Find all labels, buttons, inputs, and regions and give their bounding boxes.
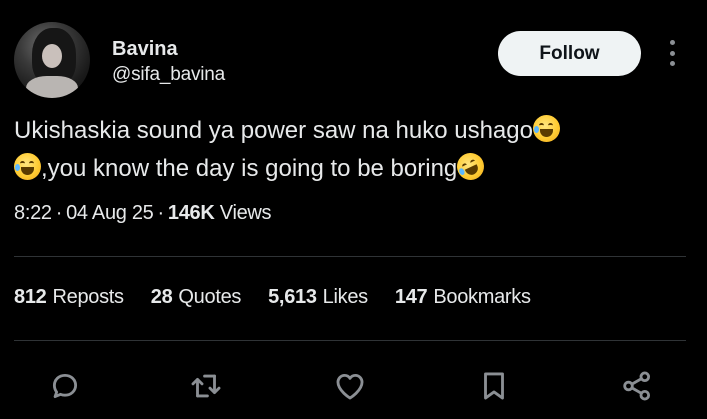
reply-icon[interactable]: [45, 363, 85, 409]
more-options-icon[interactable]: [662, 38, 682, 68]
action-bar: [0, 363, 707, 409]
avatar-face: [42, 44, 62, 68]
tweet-line-2: ,you know the day is going to be boring: [41, 155, 458, 182]
author-name[interactable]: Bavina: [112, 38, 178, 61]
follow-button[interactable]: Follow: [498, 31, 641, 76]
tweet-line-1: Ukishaskia sound ya power saw na huko us…: [14, 117, 533, 144]
author-handle[interactable]: @sifa_bavina: [112, 64, 225, 86]
likes-label: Likes: [322, 286, 369, 308]
separator-dot: ·: [55, 202, 63, 224]
stat-likes[interactable]: 5,613 Likes: [268, 286, 368, 309]
engagement-stats: 812 Reposts 28 Quotes 5,613 Likes 147 Bookma…: [14, 286, 531, 309]
avatar[interactable]: [14, 22, 90, 98]
quotes-count: 28: [150, 286, 173, 308]
rolling-laughing-emoji-icon: [452, 148, 489, 185]
views-count: 146K: [167, 202, 215, 224]
retweet-icon[interactable]: [186, 363, 226, 409]
share-icon[interactable]: [617, 363, 657, 409]
reposts-label: Reposts: [52, 286, 124, 308]
divider: [14, 340, 686, 341]
tweet-text: Ukishaskia sound ya power saw na huko us…: [14, 112, 684, 188]
separator-dot: ·: [157, 202, 165, 224]
views-label: Views: [219, 202, 272, 224]
tweet-time[interactable]: 8:22: [14, 202, 52, 224]
tears-of-joy-emoji-icon: [14, 153, 41, 180]
bookmarks-count: 147: [394, 286, 428, 308]
avatar-shirt: [26, 76, 78, 98]
divider: [14, 256, 686, 257]
likes-count: 5,613: [268, 286, 317, 308]
bookmarks-label: Bookmarks: [433, 286, 531, 308]
quotes-label: Quotes: [178, 286, 242, 308]
tears-of-joy-emoji-icon: [532, 115, 560, 142]
reposts-count: 812: [14, 286, 47, 308]
bookmark-icon[interactable]: [474, 363, 514, 409]
stat-bookmarks[interactable]: 147 Bookmarks: [395, 286, 531, 309]
like-icon[interactable]: [330, 363, 370, 409]
tweet-date[interactable]: 04 Aug 25: [66, 202, 154, 224]
stat-reposts[interactable]: 812 Reposts: [14, 286, 124, 309]
stat-quotes[interactable]: 28 Quotes: [150, 286, 242, 309]
tweet-meta: 8:22 · 04 Aug 25 · 146K Views: [14, 202, 272, 225]
